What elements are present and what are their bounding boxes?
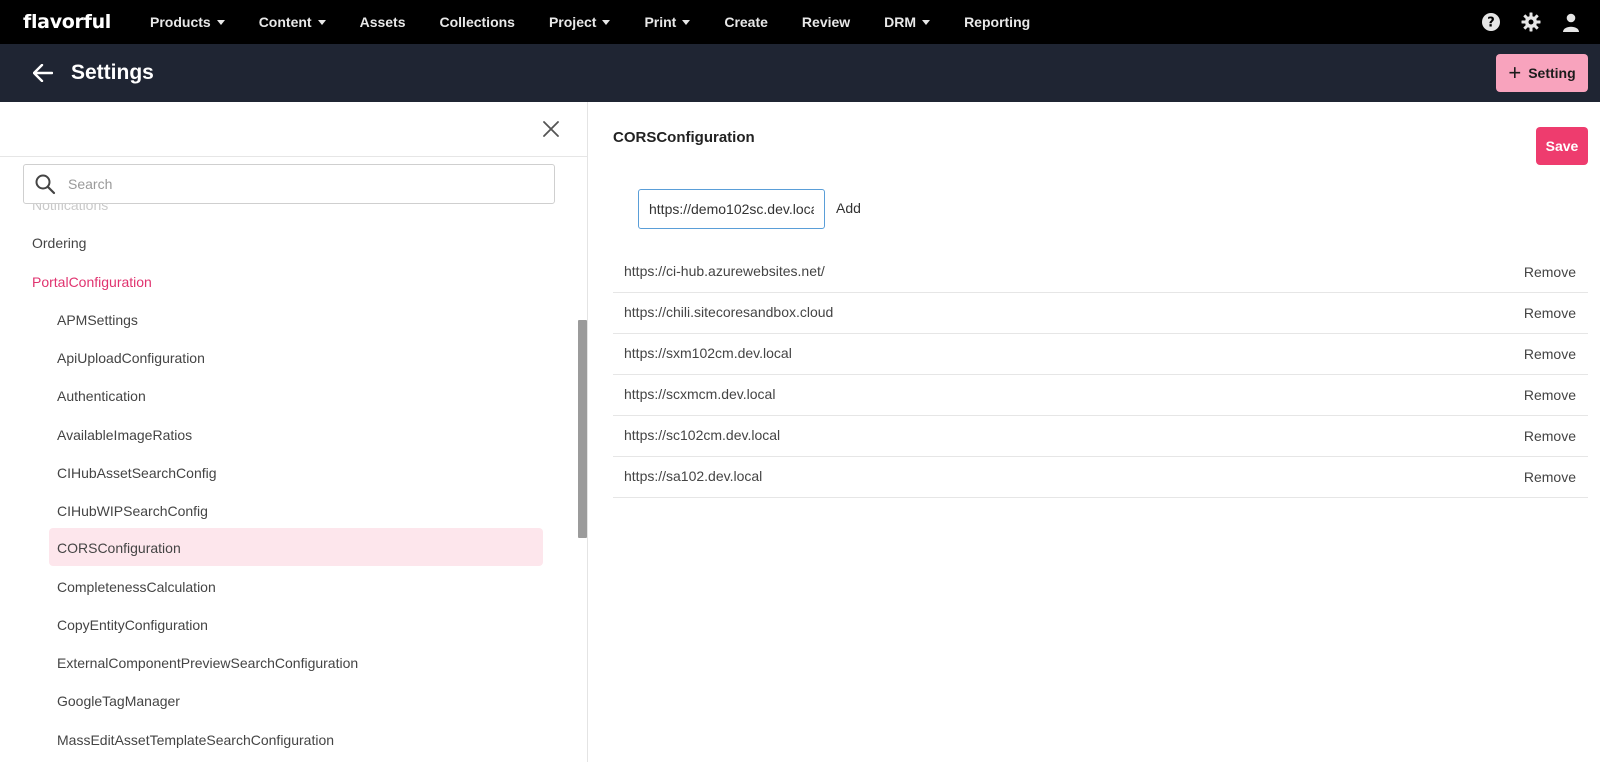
url-value: https://chili.sitecoresandbox.cloud: [624, 304, 834, 320]
nav-assets[interactable]: Assets: [360, 0, 420, 44]
nav-reporting[interactable]: Reporting: [964, 0, 1044, 44]
nav-products[interactable]: Products: [150, 0, 239, 44]
tree-item-available-image-ratios[interactable]: AvailableImageRatios: [57, 427, 192, 443]
search-box: [23, 164, 555, 204]
url-value: https://sa102.dev.local: [624, 468, 763, 484]
remove-url-button[interactable]: Remove: [1524, 346, 1576, 362]
nav-label: Reporting: [964, 14, 1031, 30]
nav-label: Print: [644, 14, 677, 30]
nav-label: Collections: [439, 14, 515, 30]
nav-right-icons: ?: [1480, 0, 1600, 44]
chevron-down-icon: [317, 19, 326, 25]
nav-review[interactable]: Review: [802, 0, 864, 44]
close-icon[interactable]: [541, 119, 561, 139]
nav-content[interactable]: Content: [259, 0, 340, 44]
remove-url-button[interactable]: Remove: [1524, 469, 1576, 485]
chevron-down-icon: [216, 19, 225, 25]
nav-print[interactable]: Print: [644, 0, 704, 44]
search-input[interactable]: [68, 176, 538, 192]
nav-label: Create: [724, 14, 768, 30]
tree-item-cihub-asset-search-config[interactable]: CIHubAssetSearchConfig: [57, 465, 217, 481]
chevron-down-icon: [682, 19, 691, 25]
url-row: https://sc102cm.dev.local Remove: [613, 416, 1588, 457]
top-navigation-bar: flavorful Products Content Assets Collec…: [0, 0, 1600, 44]
nav-label: Review: [801, 14, 851, 30]
url-row: https://chili.sitecoresandbox.cloud Remo…: [613, 293, 1588, 334]
url-row: https://scxmcm.dev.local Remove: [613, 375, 1588, 416]
tree-item-label: CORSConfiguration: [57, 540, 181, 556]
main-menu: Products Content Assets Collections Proj…: [150, 0, 1064, 44]
url-value: https://ci-hub.azurewebsites.net/: [624, 263, 825, 279]
page-title: Settings: [71, 61, 154, 84]
allowed-origins-list: https://ci-hub.azurewebsites.net/ Remove…: [613, 252, 1588, 498]
svg-text:?: ?: [1487, 16, 1495, 31]
nav-drm[interactable]: DRM: [884, 0, 944, 44]
gear-icon[interactable]: [1520, 11, 1542, 33]
settings-tree-panel: Notifications Ordering PortalConfigurati…: [0, 102, 588, 762]
nav-label: DRM: [884, 14, 917, 30]
tree-item-api-upload-configuration[interactable]: ApiUploadConfiguration: [57, 350, 205, 366]
tree-item-external-component-preview[interactable]: ExternalComponentPreviewSearchConfigurat…: [57, 655, 358, 671]
tree-item-authentication[interactable]: Authentication: [57, 388, 146, 404]
tree-scrollbar[interactable]: [578, 320, 587, 538]
add-setting-button[interactable]: + Setting: [1496, 54, 1588, 92]
panel-toolbar: [0, 102, 587, 157]
tree-item-apm-settings[interactable]: APMSettings: [57, 312, 138, 328]
nav-collections[interactable]: Collections: [440, 0, 529, 44]
nav-project[interactable]: Project: [549, 0, 624, 44]
app-logo[interactable]: flavorful: [23, 11, 150, 33]
tree-item-cors-configuration[interactable]: CORSConfiguration: [49, 528, 543, 566]
add-url-button[interactable]: Add: [836, 200, 861, 216]
page-header: Settings + Setting: [0, 44, 1600, 102]
tree-item-portal-configuration[interactable]: PortalConfiguration: [32, 274, 152, 290]
url-row: https://sxm102cm.dev.local Remove: [613, 334, 1588, 375]
nav-label: Content: [258, 14, 312, 30]
new-url-input[interactable]: [638, 189, 825, 229]
url-value: https://scxmcm.dev.local: [624, 386, 776, 402]
save-button[interactable]: Save: [1536, 127, 1588, 165]
setting-detail-panel: CORSConfiguration Save Add https://ci-hu…: [589, 102, 1600, 762]
help-icon[interactable]: ?: [1480, 11, 1502, 33]
tree-item-copy-entity-configuration[interactable]: CopyEntityConfiguration: [57, 617, 208, 633]
remove-url-button[interactable]: Remove: [1524, 428, 1576, 444]
remove-url-button[interactable]: Remove: [1524, 264, 1576, 280]
tree-item-cihub-wip-search-config[interactable]: CIHubWIPSearchConfig: [57, 503, 208, 519]
url-row: https://ci-hub.azurewebsites.net/ Remove: [613, 252, 1588, 293]
tree-item-ordering[interactable]: Ordering: [32, 235, 86, 251]
plus-icon: +: [1508, 60, 1522, 85]
user-icon[interactable]: [1560, 11, 1582, 33]
tree-item-mass-edit-asset-template[interactable]: MassEditAssetTemplateSearchConfiguration: [57, 732, 334, 748]
url-value: https://sc102cm.dev.local: [624, 427, 781, 443]
search-icon: [35, 174, 56, 195]
tree-item-completeness-calculation[interactable]: CompletenessCalculation: [57, 579, 216, 595]
nav-label: Assets: [359, 14, 406, 30]
remove-url-button[interactable]: Remove: [1524, 387, 1576, 403]
chevron-down-icon: [922, 19, 931, 25]
url-row: https://sa102.dev.local Remove: [613, 457, 1588, 498]
tree-item-google-tag-manager[interactable]: GoogleTagManager: [57, 693, 180, 709]
add-setting-label: Setting: [1528, 65, 1576, 81]
chevron-down-icon: [602, 19, 611, 25]
arrow-left-icon: [33, 64, 53, 82]
url-value: https://sxm102cm.dev.local: [624, 345, 792, 361]
nav-label: Project: [548, 14, 597, 30]
back-button[interactable]: [30, 60, 56, 86]
setting-title: CORSConfiguration: [613, 129, 755, 146]
nav-label: Products: [150, 14, 211, 30]
nav-create[interactable]: Create: [724, 0, 782, 44]
remove-url-button[interactable]: Remove: [1524, 305, 1576, 321]
